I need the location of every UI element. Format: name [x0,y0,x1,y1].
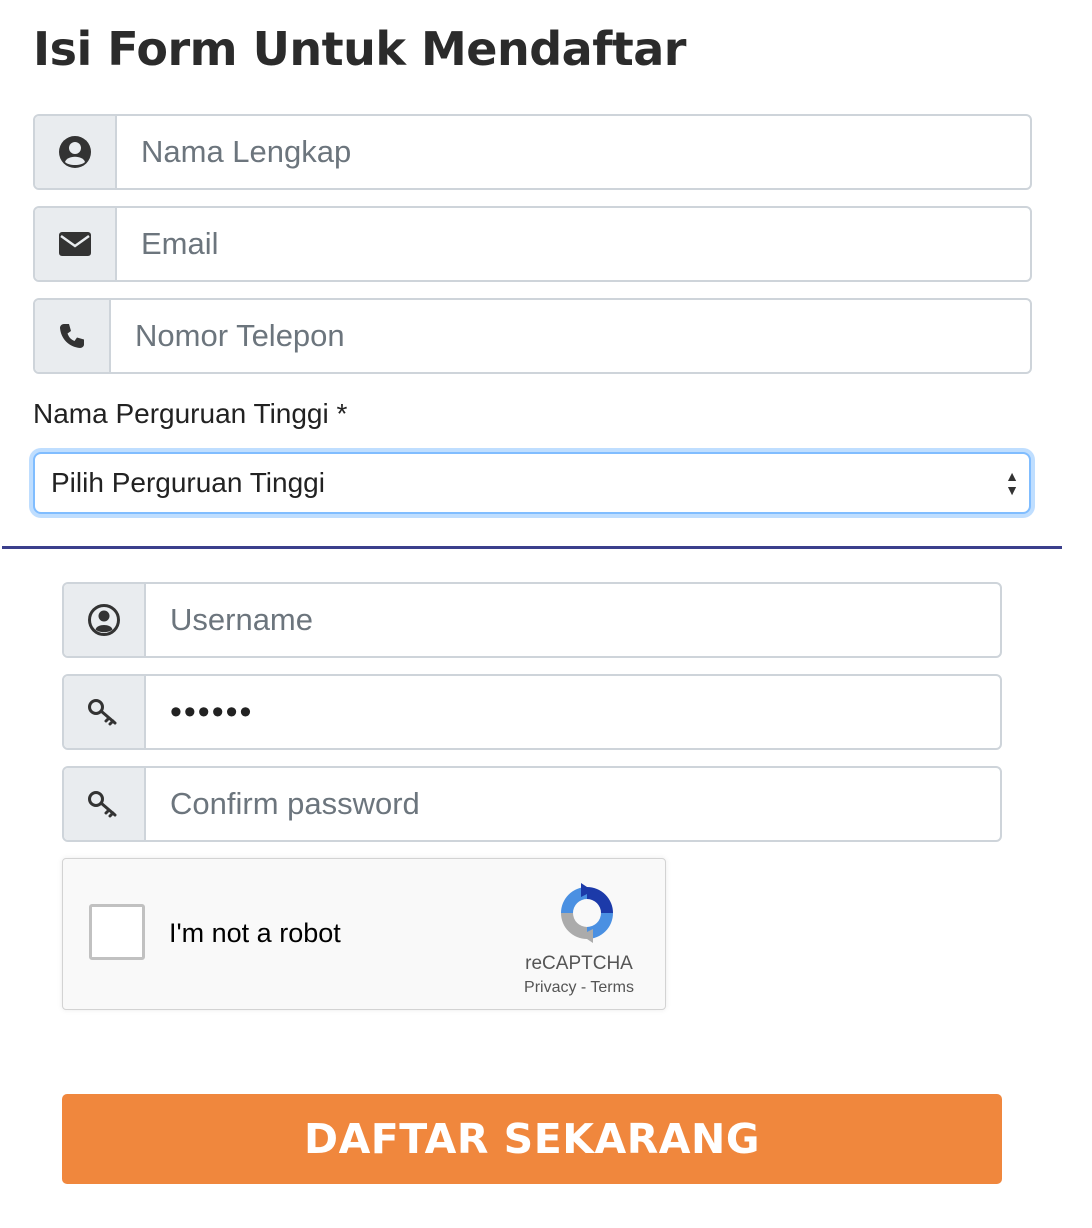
recaptcha-privacy-link[interactable]: Privacy [524,979,576,996]
user-circle-icon [64,584,146,656]
user-circle-icon [35,116,117,188]
form-title: Isi Form Untuk Mendaftar [33,22,686,76]
recaptcha-label: I'm not a robot [169,918,341,948]
registration-page: Isi Form Untuk Mendaftar Nama Lengkap Em… [0,0,1092,1228]
university-selected-value: Pilih Perguruan Tinggi [51,467,325,498]
recaptcha-links-separator: - [576,979,591,996]
username-input[interactable] [146,584,1000,656]
email-input[interactable] [117,208,1030,280]
recaptcha-widget: I'm not a robot reCAPTCHA Privacy - Term… [62,858,666,1010]
select-arrows-icon: ▲ ▼ [1005,468,1019,498]
recaptcha-terms-link[interactable]: Terms [590,979,634,996]
phone-input[interactable] [111,300,1030,372]
recaptcha-checkbox[interactable] [89,904,145,960]
section-divider [2,546,1062,549]
university-select[interactable]: Pilih Perguruan Tinggi ▲ ▼ [33,452,1031,514]
recaptcha-logo-icon [561,883,613,943]
key-icon [64,676,146,748]
email-group [33,206,1032,282]
university-label: Nama Perguruan Tinggi * [33,398,348,429]
key-icon [64,768,146,840]
full-name-group [33,114,1032,190]
confirm-password-group [62,766,1002,842]
password-group [62,674,1002,750]
password-input[interactable] [146,676,1000,748]
envelope-icon [35,208,117,280]
phone-icon [35,300,111,372]
username-group [62,582,1002,658]
register-button[interactable]: DAFTAR SEKARANG [62,1094,1002,1184]
full-name-input[interactable] [117,116,1030,188]
confirm-password-input[interactable] [146,768,1000,840]
recaptcha-links: Privacy - Terms [503,979,655,997]
phone-group [33,298,1032,374]
recaptcha-brand: reCAPTCHA [525,953,633,974]
